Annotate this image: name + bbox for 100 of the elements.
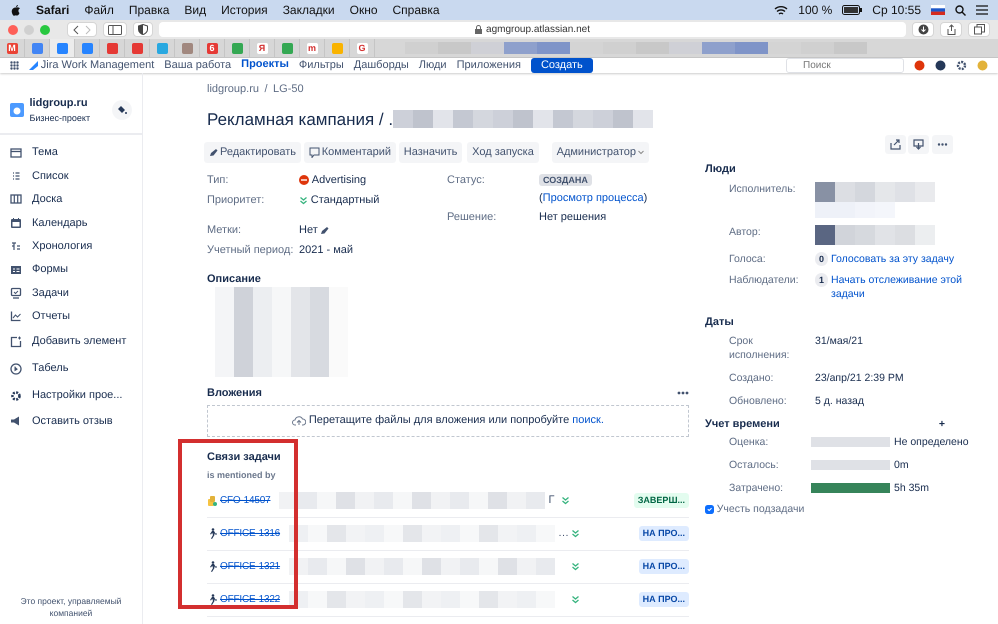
- field-value: 5 д. назад: [815, 394, 864, 408]
- favorite-tab[interactable]: G: [350, 39, 375, 57]
- breadcrumb-link[interactable]: LG-50: [273, 81, 304, 98]
- add-time-button[interactable]: +: [938, 417, 945, 431]
- sidebar-item[interactable]: Добавить элемент: [0, 328, 142, 356]
- privacy-button[interactable]: [133, 22, 153, 37]
- field-label: Исполнитель:: [728, 182, 797, 196]
- sidebar-item[interactable]: Хронология: [0, 234, 142, 258]
- sidebar-item[interactable]: Формы: [0, 258, 142, 282]
- favorite-tab[interactable]: Я: [250, 39, 275, 57]
- export-button[interactable]: [908, 135, 930, 154]
- action-button[interactable]: Администратор: [552, 142, 649, 162]
- summary-icon: [10, 146, 22, 159]
- section-heading: Учет времени: [705, 417, 780, 431]
- menu-item[interactable]: Файл: [84, 1, 114, 19]
- running-person-icon: [207, 561, 217, 572]
- vote-link[interactable]: Голосовать за эту задачу: [831, 252, 954, 266]
- sidebar-item[interactable]: Задачи: [0, 281, 142, 305]
- action-button[interactable]: Назначить: [398, 142, 462, 162]
- menu-item[interactable]: История: [221, 1, 268, 19]
- product-name[interactable]: Jira Work Management: [40, 58, 154, 73]
- field-label: Оценка:: [728, 435, 770, 449]
- status-lozenge: НА ПРО...: [638, 592, 689, 608]
- sidebar-item[interactable]: Отчеты: [0, 304, 142, 328]
- theme-button[interactable]: [112, 100, 132, 120]
- favorite-tab[interactable]: M: [0, 39, 25, 57]
- notification-icon: [914, 60, 925, 71]
- menu-item[interactable]: Окно: [350, 1, 378, 19]
- share-button[interactable]: [940, 22, 962, 37]
- project-name[interactable]: lidgroup.ru: [30, 95, 106, 112]
- field-label: Решение:: [447, 210, 498, 224]
- priority-icon: [561, 496, 570, 505]
- breadcrumb-link[interactable]: lidgroup.ru: [207, 81, 259, 98]
- issue-key-link[interactable]: OFFICE-1321: [220, 559, 280, 574]
- field-label: Голоса:: [728, 252, 767, 266]
- menu-item[interactable]: Вид: [184, 1, 206, 19]
- app-menu[interactable]: Safari: [36, 1, 70, 19]
- action-button[interactable]: Ход запуска: [467, 142, 539, 162]
- shield-icon: [138, 24, 148, 35]
- workflow-link[interactable]: Просмотр процесса: [542, 192, 644, 204]
- checkbox-label: Учесть подзадачи: [716, 502, 804, 516]
- issue-key-link[interactable]: OFFICE-1316: [220, 526, 280, 541]
- nav-menu[interactable]: Проекты: [241, 58, 289, 73]
- field-value: 0m: [894, 458, 909, 472]
- back-forward-button[interactable]: [67, 22, 97, 37]
- download-button[interactable]: [912, 22, 934, 37]
- close-window-button[interactable]: [8, 24, 18, 34]
- status-lozenge: НА ПРО...: [638, 526, 689, 542]
- jira-logo-icon: [29, 61, 38, 70]
- favorite-tab[interactable]: 6: [200, 39, 225, 57]
- watch-link[interactable]: Начать отслеживание этой задачи: [831, 272, 972, 300]
- drop-zone[interactable]: Перетащите файлы для вложения или попробуйте поиск.: [207, 404, 689, 436]
- tabs-button[interactable]: [968, 22, 990, 37]
- nav-menu[interactable]: Люди: [418, 58, 447, 73]
- sidebar-item[interactable]: Доска: [0, 188, 142, 212]
- search-link[interactable]: поиск.: [572, 414, 604, 426]
- favorite-tab[interactable]: m: [300, 39, 325, 57]
- sidebar-item[interactable]: Календарь: [0, 211, 142, 235]
- parenthesis: ): [644, 192, 648, 204]
- more-button[interactable]: [932, 135, 953, 154]
- search-icon: [955, 4, 966, 16]
- menubar-clock: Ср 10:55: [872, 2, 921, 19]
- sidebar-button[interactable]: [103, 22, 127, 37]
- comment-icon: [308, 146, 320, 158]
- issue-key-link[interactable]: OFFICE-1322: [220, 592, 280, 607]
- more-icon[interactable]: [677, 391, 689, 396]
- nav-menu[interactable]: Приложения: [456, 58, 521, 73]
- nav-menu[interactable]: Дашборды: [354, 58, 409, 73]
- create-button[interactable]: Создать: [530, 58, 593, 73]
- action-button[interactable]: Редактировать: [204, 142, 301, 162]
- zoom-window-button[interactable]: [40, 24, 50, 34]
- favorite-tab[interactable]: [50, 39, 75, 57]
- address-bar[interactable]: agmgroup.atlassian.net: [159, 22, 906, 37]
- form-icon: [10, 264, 22, 276]
- menu-item[interactable]: Справка: [392, 1, 440, 19]
- field-label: Наблюдатели:: [728, 272, 800, 288]
- priority-icon: [571, 595, 580, 604]
- sidebar-item[interactable]: Табель: [0, 355, 142, 382]
- issue-key-link[interactable]: CFO-14507: [220, 493, 270, 508]
- sidebar-item[interactable]: Оставить отзыв: [0, 409, 142, 433]
- drop-zone-text: Перетащите файлы для вложения или попробуйте поиск.: [308, 413, 604, 428]
- sidebar-item[interactable]: Настройки прое...: [0, 382, 142, 410]
- priority-icon: [571, 562, 580, 571]
- field-value: Стандартный: [310, 192, 380, 208]
- export-icon: [913, 139, 924, 150]
- sidebar-item[interactable]: Тема: [0, 141, 142, 164]
- sidebar-item[interactable]: Список: [0, 164, 142, 188]
- nav-menu[interactable]: Фильтры: [298, 58, 344, 73]
- issue-title: Рекламная кампания / .: [207, 108, 394, 130]
- share-button[interactable]: [884, 135, 906, 154]
- sidebar-footer: Это проект, управляемый компанией: [0, 594, 142, 624]
- action-button[interactable]: Комментарий: [304, 142, 396, 162]
- menu-item[interactable]: Правка: [128, 1, 170, 19]
- menu-item[interactable]: Закладки: [282, 1, 335, 19]
- nav-menu[interactable]: Ваша работа: [164, 58, 232, 73]
- checkbox[interactable]: [705, 504, 714, 514]
- search-field[interactable]: Поиск: [786, 58, 904, 73]
- url-text: agmgroup.atlassian.net: [486, 23, 590, 37]
- field-label: Срок исполнения:: [728, 334, 790, 362]
- field-label: Учетный период:: [207, 242, 294, 258]
